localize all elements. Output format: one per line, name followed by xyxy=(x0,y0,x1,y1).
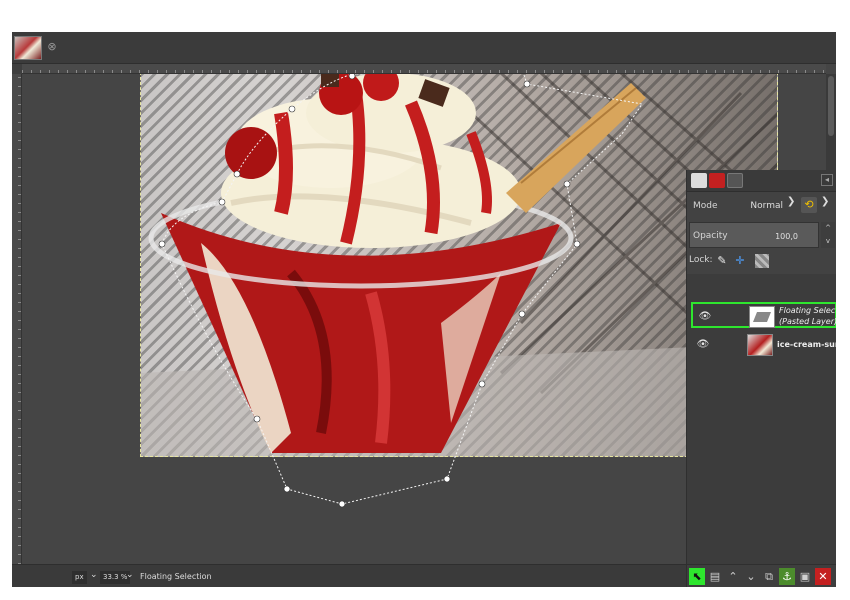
duplicate-layer-icon[interactable]: ⧉ xyxy=(761,568,777,585)
close-tab-icon[interactable]: ⊗ xyxy=(45,40,59,54)
layer-name: Floating Selection(Pasted Layer) xyxy=(779,306,836,326)
chevron-down-icon[interactable]: ❯ xyxy=(821,196,829,207)
layer-row-ice-cream[interactable]: 👁 ice-cream-sundae xyxy=(691,332,836,358)
anchor-icon[interactable]: ⚓ xyxy=(779,568,795,585)
eye-icon[interactable]: 👁 xyxy=(696,338,710,352)
image-tab-bar: ⊗ xyxy=(12,32,836,64)
layer-row-floating-selection[interactable]: 👁 Floating Selection(Pasted Layer) xyxy=(691,302,836,328)
layer-button-bar: ⬉ ▤ ⌃ ⌄ ⧉ ⚓ ▣ ✕ xyxy=(687,564,836,587)
layers-list: 👁 Floating Selection(Pasted Layer) 👁 ice… xyxy=(687,274,836,564)
horizontal-scrollbar[interactable] xyxy=(22,565,686,569)
new-layer-group-icon[interactable]: ▤ xyxy=(707,568,723,585)
horizontal-ruler[interactable] xyxy=(22,64,826,74)
unit-select[interactable]: px xyxy=(72,571,87,584)
raise-layer-icon[interactable]: ⌃ xyxy=(725,568,741,585)
gimp-window: ⊗ ◂ Mode Normal ❯ ⟲ ❯ Opacity 100,0 ^ v … xyxy=(12,32,836,587)
delete-icon[interactable]: ✕ xyxy=(815,568,831,585)
layer-thumbnail xyxy=(747,334,773,356)
lock-position-icon[interactable]: ✛ xyxy=(733,254,747,268)
opacity-value: 100,0 xyxy=(775,232,798,241)
chevron-down-icon[interactable]: ⌄ xyxy=(90,570,98,580)
lock-alpha-icon[interactable] xyxy=(755,254,769,268)
dock-tab-bar: ◂ xyxy=(687,170,836,192)
lower-layer-icon[interactable]: ⌄ xyxy=(743,568,759,585)
lock-row: Lock: ✎ ✛ xyxy=(687,250,836,272)
eye-icon[interactable]: 👁 xyxy=(698,310,712,324)
vertical-scrollbar-thumb[interactable] xyxy=(828,76,834,136)
lock-pixels-icon[interactable]: ✎ xyxy=(715,254,729,268)
ruler-corner xyxy=(12,64,22,74)
opacity-spinner[interactable]: ^ v xyxy=(821,222,835,248)
layer-name: ice-cream-sundae xyxy=(777,340,836,349)
mask-icon[interactable]: ▣ xyxy=(797,568,813,585)
chevron-down-icon[interactable]: ❯ xyxy=(787,196,795,207)
mode-row: Mode Normal ❯ ⟲ ❯ xyxy=(687,192,836,220)
mode-reset-icon[interactable]: ⟲ xyxy=(801,197,817,213)
layers-dock: ◂ Mode Normal ❯ ⟲ ❯ Opacity 100,0 ^ v Loc… xyxy=(686,170,836,587)
new-layer-icon[interactable]: ⬉ xyxy=(689,568,705,585)
layers-tab-icon[interactable] xyxy=(691,173,707,188)
opacity-label: Opacity xyxy=(693,231,728,241)
paths-tab-icon[interactable] xyxy=(727,173,743,188)
lock-label: Lock: xyxy=(689,255,713,265)
chevron-down-icon[interactable]: ⌄ xyxy=(126,570,134,580)
layer-thumbnail xyxy=(749,306,775,328)
dock-menu-icon[interactable]: ◂ xyxy=(821,174,833,186)
mode-label: Mode xyxy=(693,201,718,211)
channels-tab-icon[interactable] xyxy=(709,173,725,188)
opacity-slider[interactable]: Opacity 100,0 xyxy=(689,222,819,248)
status-message: Floating Selection xyxy=(140,572,212,581)
status-bar: px ⌄ 33.3 % ⌄ Floating Selection xyxy=(12,564,686,587)
vertical-ruler[interactable] xyxy=(12,74,22,564)
opacity-row: Opacity 100,0 ^ v xyxy=(687,220,836,250)
image-tab-thumbnail[interactable] xyxy=(14,36,42,60)
